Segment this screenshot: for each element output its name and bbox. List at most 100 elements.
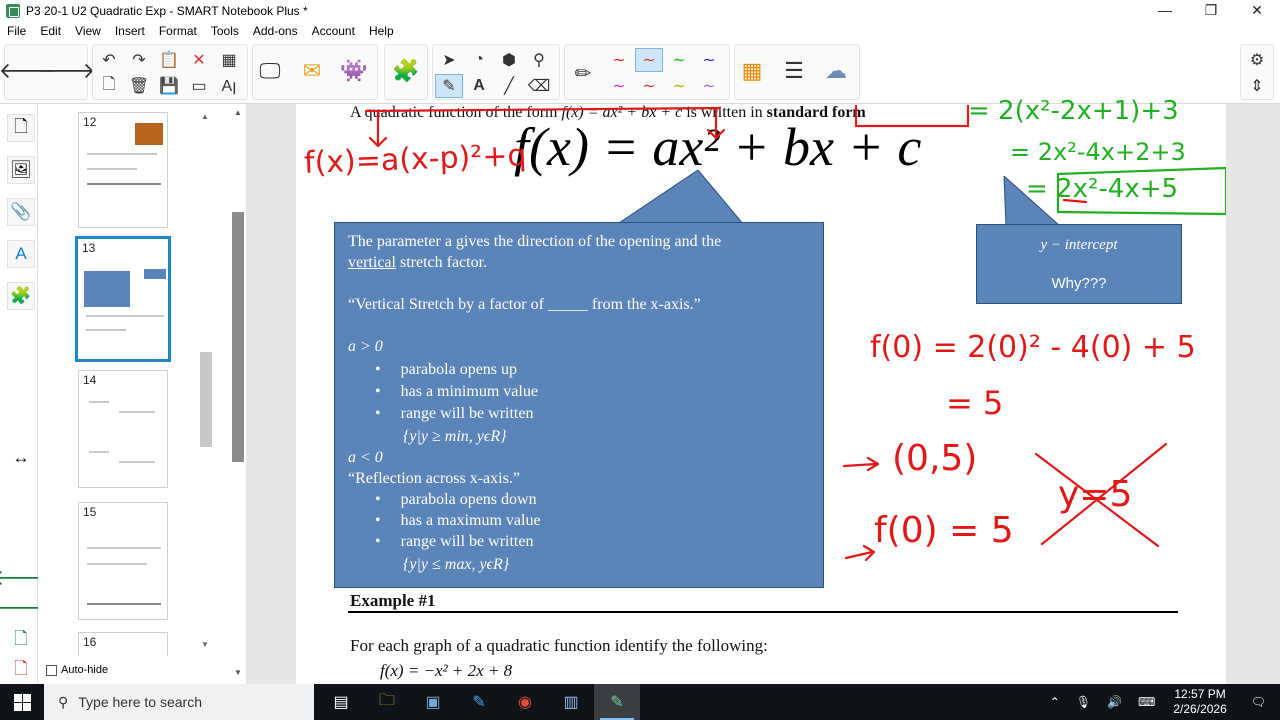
- task-view-icon[interactable]: ▤: [318, 684, 364, 720]
- delete-page-icon[interactable]: 🗑: [125, 74, 153, 98]
- taskbar-search[interactable]: ⚲ Type here to search: [44, 684, 314, 720]
- pen-tool-icon[interactable]: ✎: [435, 74, 463, 98]
- minimize-button[interactable]: —: [1142, 0, 1188, 22]
- sidebar-splitter[interactable]: ▲ ▼: [230, 104, 246, 684]
- delete-icon[interactable]: ✕: [185, 48, 213, 72]
- show-hidden-icons-icon[interactable]: ⌃: [1042, 695, 1068, 709]
- line-tool-icon[interactable]: ╱: [495, 74, 523, 98]
- menu-edit[interactable]: Edit: [33, 24, 68, 38]
- magic-pen-icon[interactable]: ⚲: [525, 48, 553, 72]
- activity-builder-icon[interactable]: ✉: [295, 51, 329, 91]
- pen-style-group: ✏ ∼ ∼ ∼ ∼ ∼ ∼ ∼ ∼: [564, 44, 730, 100]
- color-palette-icon[interactable]: ▦: [735, 51, 769, 91]
- sidebar-add-page-icon[interactable]: 🗋: [7, 626, 35, 654]
- sidebar-next-page-icon[interactable]: 🡒: [0, 594, 51, 622]
- sorter-scroll-thumb[interactable]: [200, 352, 212, 447]
- menu-tools[interactable]: Tools: [204, 24, 246, 38]
- scroll-down-icon[interactable]: ▼: [201, 640, 209, 649]
- addons-tab-icon[interactable]: 🧩: [7, 282, 35, 310]
- sidebar-prev-page-icon[interactable]: 🡐: [0, 564, 51, 592]
- page-thumbnail-15[interactable]: 15: [78, 502, 168, 620]
- microphone-icon[interactable]: 🎙: [1068, 695, 1099, 709]
- sidebar-delete-page-icon[interactable]: 🗋: [7, 656, 35, 684]
- sorter-scrollbar[interactable]: ▲ ▼: [198, 112, 212, 652]
- fill-icon[interactable]: ⬢: [495, 48, 523, 72]
- menu-addons[interactable]: Add-ons: [246, 24, 305, 38]
- product-drivers-icon[interactable]: ▥: [548, 684, 594, 720]
- redo-icon[interactable]: ↷: [125, 48, 153, 72]
- chrome-icon[interactable]: ◉: [502, 684, 548, 720]
- thumbnail-line: [119, 461, 155, 463]
- menu-format[interactable]: Format: [152, 24, 204, 38]
- add-page-icon[interactable]: 🗋: [95, 74, 123, 98]
- attachments-tab-icon[interactable]: 📎: [7, 198, 35, 226]
- screen-shade-icon[interactable]: ▭: [185, 74, 213, 98]
- next-page-button[interactable]: 🡒: [37, 51, 96, 91]
- line-style-icon[interactable]: ☰: [777, 51, 811, 91]
- canvas-right-margin: [1230, 104, 1280, 684]
- text-tool-icon[interactable]: A: [465, 74, 493, 98]
- page-sorter-tab-icon[interactable]: 🗋: [7, 114, 35, 142]
- auto-hide-toggle[interactable]: Auto-hide: [46, 664, 108, 676]
- pen-yellow[interactable]: ∼: [665, 74, 693, 98]
- toolbar-position-icon[interactable]: ⇕: [1243, 74, 1271, 98]
- pen-red-thick[interactable]: ∼: [635, 48, 663, 72]
- select-arrow-icon[interactable]: ➤: [435, 48, 463, 72]
- ink-f0-substitution: f(0) = 2(0)² - 4(0) + 5: [870, 330, 1196, 365]
- page-thumbnail-14[interactable]: 14: [78, 370, 168, 488]
- menu-file[interactable]: File: [0, 24, 33, 38]
- pen-purple[interactable]: ∼: [695, 74, 723, 98]
- scroll-up-icon[interactable]: ▲: [201, 112, 209, 121]
- addons-puzzle-icon[interactable]: 🧩: [389, 51, 423, 91]
- page-thumbnail-13[interactable]: 13: [75, 236, 171, 362]
- paste-icon[interactable]: 📋: [155, 48, 183, 72]
- cloud-icon[interactable]: ☁: [819, 51, 853, 91]
- resize-sidebar-icon[interactable]: ↔: [7, 444, 35, 472]
- document-camera-icon[interactable]: 🖵: [253, 51, 287, 91]
- text-recognize-icon[interactable]: Aꞁ: [215, 74, 243, 98]
- shape-icon[interactable]: ◔: [465, 48, 493, 72]
- auto-hide-checkbox[interactable]: [46, 664, 57, 676]
- gear-icon[interactable]: ⚙: [1243, 48, 1271, 72]
- save-icon[interactable]: 💾: [155, 74, 183, 98]
- windows-taskbar: ⚲ Type here to search ▤ 🗀 ▣ ✎ ◉ ▥ ✎ ⌃ 🎙 …: [0, 684, 1280, 720]
- eraser-icon[interactable]: ⌫: [525, 74, 553, 98]
- lab-icon[interactable]: 👾: [337, 51, 371, 91]
- splitter-up-icon[interactable]: ▲: [234, 108, 242, 117]
- smart-ink-icon[interactable]: ▣: [410, 684, 456, 720]
- start-button[interactable]: [0, 684, 44, 720]
- gallery-tab-icon[interactable]: 🖼: [7, 156, 35, 184]
- undo-icon[interactable]: ↶: [95, 48, 123, 72]
- notification-icon[interactable]: 🗨: [1237, 695, 1280, 709]
- menu-account[interactable]: Account: [305, 24, 362, 38]
- smart-notebook-active-icon[interactable]: ✎: [594, 684, 640, 720]
- table-icon[interactable]: ▦: [215, 48, 243, 72]
- page-thumbnail-12[interactable]: 12: [78, 112, 168, 228]
- page-sorter: 12 13 14 15 16 ▲ ▼ Auto-hide: [38, 104, 246, 684]
- pen-green[interactable]: ∼: [665, 48, 693, 72]
- pen-blue[interactable]: ∼: [695, 48, 723, 72]
- menu-help[interactable]: Help: [362, 24, 401, 38]
- smart-notebook-taskbar-icon[interactable]: ✎: [456, 684, 502, 720]
- system-tray: ⌃ 🎙 🔊 ⌨ 12:57 PM 2/26/2026 🗨: [1042, 684, 1280, 720]
- notebook-canvas[interactable]: A quadratic function of the form f(x) = …: [246, 96, 1280, 684]
- restore-button[interactable]: ❐: [1188, 0, 1234, 22]
- taskbar-clock[interactable]: 12:57 PM 2/26/2026: [1163, 687, 1236, 717]
- splitter-scroll-thumb[interactable]: [232, 212, 244, 462]
- language-icon[interactable]: ⌨: [1130, 695, 1163, 709]
- file-explorer-icon[interactable]: 🗀: [364, 684, 410, 720]
- notebook-page[interactable]: A quadratic function of the form f(x) = …: [296, 96, 1226, 684]
- thumbnail-line: [87, 563, 147, 565]
- properties-tab-icon[interactable]: A: [7, 240, 35, 268]
- pen-red-thin[interactable]: ∼: [605, 48, 633, 72]
- menu-insert[interactable]: Insert: [108, 24, 152, 38]
- volume-icon[interactable]: 🔊: [1099, 695, 1130, 709]
- splitter-down-icon[interactable]: ▼: [234, 668, 242, 677]
- ink-point-0-5: (0,5): [892, 438, 978, 479]
- page-thumbnail-16[interactable]: 16: [78, 632, 168, 656]
- pen-magenta[interactable]: ∼: [605, 74, 633, 98]
- menu-view[interactable]: View: [68, 24, 108, 38]
- pen-icon[interactable]: ✏: [569, 61, 597, 85]
- close-button[interactable]: ✕: [1234, 0, 1280, 22]
- pen-red-alt[interactable]: ∼: [635, 74, 663, 98]
